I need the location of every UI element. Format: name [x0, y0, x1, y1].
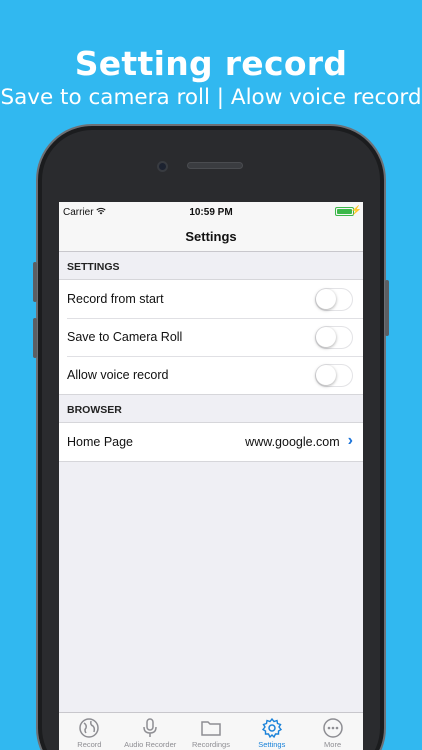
- row-label: Record from start: [67, 292, 164, 306]
- tab-settings[interactable]: Settings: [241, 713, 302, 750]
- save-to-camera-roll-toggle[interactable]: [315, 325, 353, 349]
- app-screen: Carrier 10:59 PM ⚡ Settings SETTINGS Rec…: [59, 202, 363, 750]
- chevron-right-icon: ›: [347, 432, 353, 449]
- settings-row-save-to-camera-roll: Save to Camera Roll: [59, 318, 363, 356]
- globe-icon: [59, 717, 120, 739]
- tab-label: Audio Recorder: [124, 740, 177, 749]
- charging-bolt-icon: ⚡: [350, 205, 362, 215]
- toggle-knob: [316, 364, 336, 385]
- volume-down-button: [33, 318, 37, 358]
- allow-voice-record-toggle[interactable]: [315, 363, 353, 387]
- front-camera: [157, 161, 168, 172]
- browser-section-header: BROWSER: [59, 395, 363, 422]
- row-label: Allow voice record: [67, 368, 169, 382]
- promo-subtitle: Save to camera roll | Alow voice record: [0, 85, 422, 110]
- home-page-label: Home Page: [67, 435, 134, 449]
- record-from-start-toggle[interactable]: [315, 287, 353, 311]
- toggle-knob: [316, 288, 336, 309]
- toggle-knob: [316, 326, 336, 347]
- home-page-row[interactable]: Home Page www.google.com ›: [59, 423, 363, 461]
- home-page-value-container: www.google.com ›: [245, 432, 353, 450]
- more-icon: [302, 717, 363, 739]
- tab-bar: Record Audio Recorder Recordings Setting…: [59, 712, 363, 750]
- row-label: Save to Camera Roll: [67, 330, 183, 344]
- earpiece-speaker: [187, 162, 243, 169]
- tab-audio-recorder[interactable]: Audio Recorder: [120, 713, 181, 750]
- status-bar: Carrier 10:59 PM ⚡: [59, 202, 363, 222]
- folder-icon: [181, 717, 242, 739]
- settings-row-allow-voice-record: Allow voice record: [59, 356, 363, 394]
- tab-label: Record: [77, 740, 102, 749]
- tab-label: Settings: [258, 740, 286, 749]
- tab-label: Recordings: [192, 740, 230, 749]
- tab-recordings[interactable]: Recordings: [181, 713, 242, 750]
- gear-icon: [241, 717, 302, 739]
- browser-group: Home Page www.google.com ›: [59, 422, 363, 462]
- volume-up-button: [33, 262, 37, 302]
- tab-label: More: [324, 740, 342, 749]
- nav-title: Settings: [59, 222, 363, 252]
- home-page-value: www.google.com: [245, 435, 340, 449]
- settings-section-header: SETTINGS: [59, 252, 363, 279]
- promo-title: Setting record: [74, 44, 348, 83]
- tab-more[interactable]: More: [302, 713, 363, 750]
- microphone-icon: [120, 717, 181, 739]
- status-time: 10:59 PM: [189, 207, 233, 218]
- settings-group: Record from start Save to Camera Roll Al…: [59, 279, 363, 395]
- power-button: [385, 280, 389, 336]
- tab-record[interactable]: Record: [59, 713, 120, 750]
- settings-row-record-from-start: Record from start: [59, 280, 363, 318]
